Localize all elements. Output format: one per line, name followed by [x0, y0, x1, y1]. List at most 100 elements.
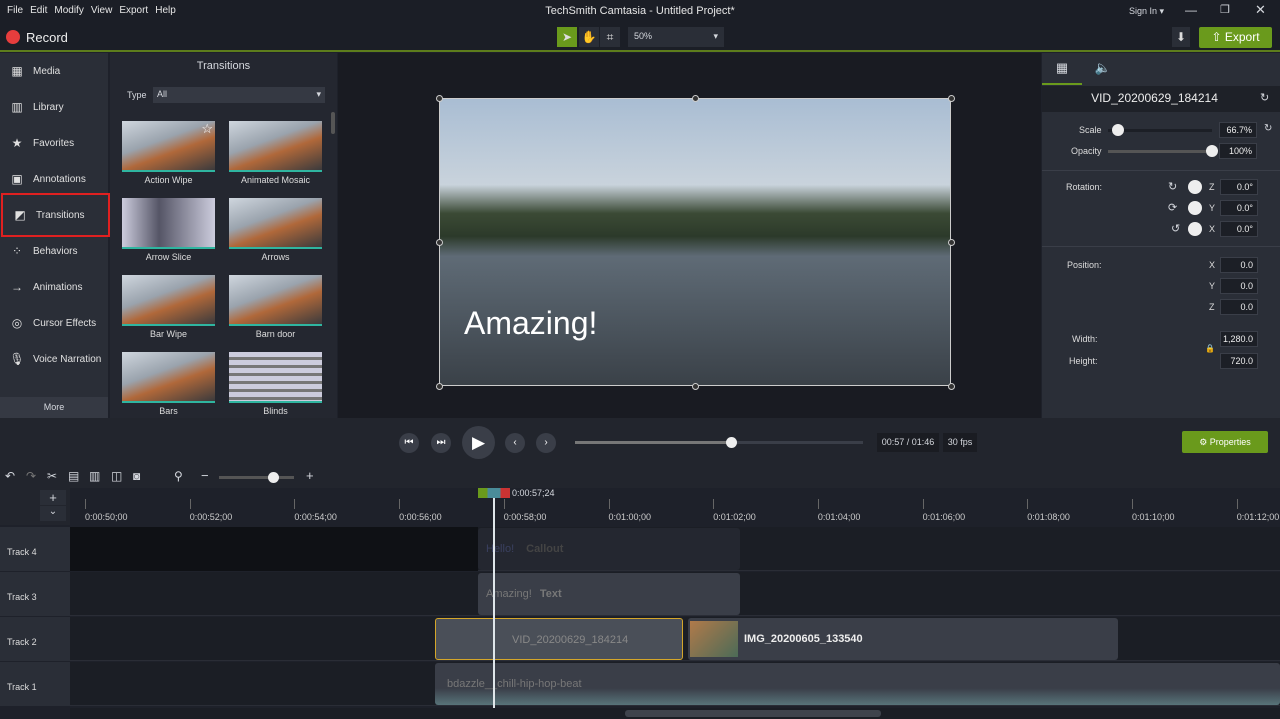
resize-handle[interactable]	[436, 383, 443, 390]
track-label[interactable]: Track 1	[0, 662, 70, 706]
add-track-button[interactable]: +	[40, 490, 66, 505]
track-label[interactable]: Track 2	[0, 617, 70, 661]
rotation-y-field[interactable]: 0.0°	[1220, 200, 1258, 216]
rotation-x-dial[interactable]	[1188, 222, 1202, 236]
restore-button[interactable]: ❐	[1220, 3, 1230, 16]
rotation-y-dial[interactable]	[1188, 201, 1202, 215]
height-label: Height:	[1069, 356, 1098, 366]
more-button[interactable]: More	[0, 397, 108, 418]
sidebar-item-transitions[interactable]: ◩ Transitions	[1, 193, 110, 237]
video-caption[interactable]: Amazing!	[464, 305, 597, 342]
zoom-select[interactable]: 50% ▾	[628, 27, 724, 47]
transition-blinds[interactable]: Blinds	[229, 352, 322, 416]
opacity-slider-knob[interactable]	[1206, 145, 1218, 157]
zoom-in-button[interactable]: +	[306, 468, 314, 483]
timeline-ruler[interactable]	[70, 488, 1280, 525]
pan-tool-icon[interactable]: ✋	[579, 27, 599, 47]
download-icon[interactable]: ⬇	[1172, 27, 1190, 47]
sidebar-item-annotations[interactable]: ▣ Annotations	[0, 161, 108, 197]
position-z-field[interactable]: 0.0	[1220, 299, 1258, 315]
reset-scale-icon[interactable]: ↻	[1264, 123, 1272, 134]
timeline-zoom-slider[interactable]	[219, 476, 294, 479]
export-button[interactable]: ⇧ Export	[1199, 27, 1272, 48]
previous-clip-button[interactable]: ‹	[505, 433, 525, 453]
track-label[interactable]: Track 3	[0, 572, 70, 616]
timeline-scrollbar[interactable]	[70, 708, 1280, 719]
rotation-z-dial[interactable]	[1188, 180, 1202, 194]
opacity-field[interactable]: 100%	[1219, 143, 1257, 159]
position-x-field[interactable]: 0.0	[1220, 257, 1258, 273]
width-field[interactable]: 1,280.0	[1220, 331, 1258, 347]
transition-arrows[interactable]: Arrows	[229, 198, 322, 262]
rotate-x-icon: ↺	[1171, 223, 1181, 235]
undo-icon[interactable]: ↶	[5, 469, 15, 483]
resize-handle[interactable]	[692, 383, 699, 390]
sidebar-item-animations[interactable]: → Animations	[0, 269, 108, 305]
sidebar-item-media[interactable]: ▦ Media	[0, 53, 108, 89]
paste-icon[interactable]: ▥	[89, 469, 100, 483]
split-icon[interactable]: ◫	[111, 469, 122, 483]
scrollbar-thumb[interactable]	[625, 710, 881, 717]
properties-button[interactable]: ⚙ Properties	[1182, 431, 1268, 453]
video-preview[interactable]	[439, 98, 951, 386]
video-clip[interactable]: VID_20200629_184214	[435, 618, 683, 660]
reset-icon[interactable]: ↻	[1260, 91, 1269, 104]
sidebar-item-behaviors[interactable]: ⁘ Behaviors	[0, 233, 108, 269]
scrubber-knob[interactable]	[725, 437, 737, 448]
redo-icon[interactable]: ↷	[26, 469, 36, 483]
record-button[interactable]: Record	[26, 30, 68, 45]
image-clip[interactable]: IMG_20200605_133540	[688, 618, 1118, 660]
transition-barn-door[interactable]: Barn door	[229, 275, 322, 339]
transition-bar-wipe[interactable]: Bar Wipe	[122, 275, 215, 339]
transition-animated-mosaic[interactable]: Animated Mosaic	[229, 121, 322, 185]
lock-aspect-icon[interactable]: 🔒	[1205, 344, 1215, 353]
resize-handle[interactable]	[948, 239, 955, 246]
rotation-x-field[interactable]: 0.0°	[1220, 221, 1258, 237]
resize-handle[interactable]	[436, 95, 443, 102]
resize-handle[interactable]	[948, 95, 955, 102]
select-tool-icon[interactable]: ➤	[557, 27, 577, 47]
chevron-down-icon[interactable]: ⌄	[40, 506, 66, 521]
sidebar-item-library[interactable]: ▥ Library	[0, 89, 108, 125]
resize-handle[interactable]	[692, 95, 699, 102]
position-y-field[interactable]: 0.0	[1220, 278, 1258, 294]
sidebar-item-favorites[interactable]: ★ Favorites	[0, 125, 108, 161]
type-select[interactable]: All ▾	[153, 87, 325, 103]
playhead-handle[interactable]	[478, 488, 510, 498]
transition-action-wipe[interactable]: Action Wipe ☆	[122, 121, 215, 185]
panel-scrollbar[interactable]	[331, 112, 335, 134]
visual-properties-tab[interactable]: ▦	[1042, 53, 1082, 85]
step-forward-button[interactable]: ⏭	[431, 433, 451, 453]
favorite-star-icon[interactable]: ☆	[201, 121, 213, 137]
transition-bars[interactable]: Bars	[122, 352, 215, 416]
audio-clip[interactable]: bdazzle__chill-hip-hop-beat	[435, 663, 1280, 705]
chevron-down-icon: ▾	[713, 31, 718, 41]
callout-clip[interactable]: Hello! Callout	[478, 528, 740, 570]
track-label[interactable]: Track 4	[0, 527, 70, 571]
timeline-zoom-knob[interactable]	[268, 472, 279, 483]
resize-handle[interactable]	[948, 383, 955, 390]
opacity-slider[interactable]	[1108, 150, 1212, 153]
rotation-z-field[interactable]: 0.0°	[1220, 179, 1258, 195]
audio-properties-tab[interactable]: 🔈	[1084, 53, 1122, 85]
sidebar-item-voice-narration[interactable]: 🎙 Voice Narration	[0, 341, 108, 377]
copy-icon[interactable]: ▤	[68, 469, 79, 483]
minimize-button[interactable]: —	[1185, 3, 1197, 17]
scale-field[interactable]: 66.7%	[1219, 122, 1257, 138]
play-button[interactable]: ▶	[462, 426, 495, 459]
close-button[interactable]: ✕	[1255, 2, 1266, 18]
resize-handle[interactable]	[436, 239, 443, 246]
sign-in-button[interactable]: Sign In ▾	[1129, 6, 1164, 17]
zoom-out-button[interactable]: −	[201, 468, 209, 483]
cut-icon[interactable]: ✂	[47, 469, 57, 483]
next-clip-button[interactable]: ›	[536, 433, 556, 453]
height-field[interactable]: 720.0	[1220, 353, 1258, 369]
sidebar-item-cursor-effects[interactable]: ◎ Cursor Effects	[0, 305, 108, 341]
snapshot-icon[interactable]: ◙	[133, 469, 140, 483]
rotation-label: Rotation:	[1066, 182, 1103, 192]
transition-arrow-slice[interactable]: Arrow Slice	[122, 198, 215, 262]
crop-tool-icon[interactable]: ⌗	[600, 27, 620, 47]
text-clip[interactable]: Amazing! Text	[478, 573, 740, 615]
step-back-button[interactable]: ⏮	[399, 433, 419, 453]
scrubber[interactable]	[575, 441, 863, 444]
